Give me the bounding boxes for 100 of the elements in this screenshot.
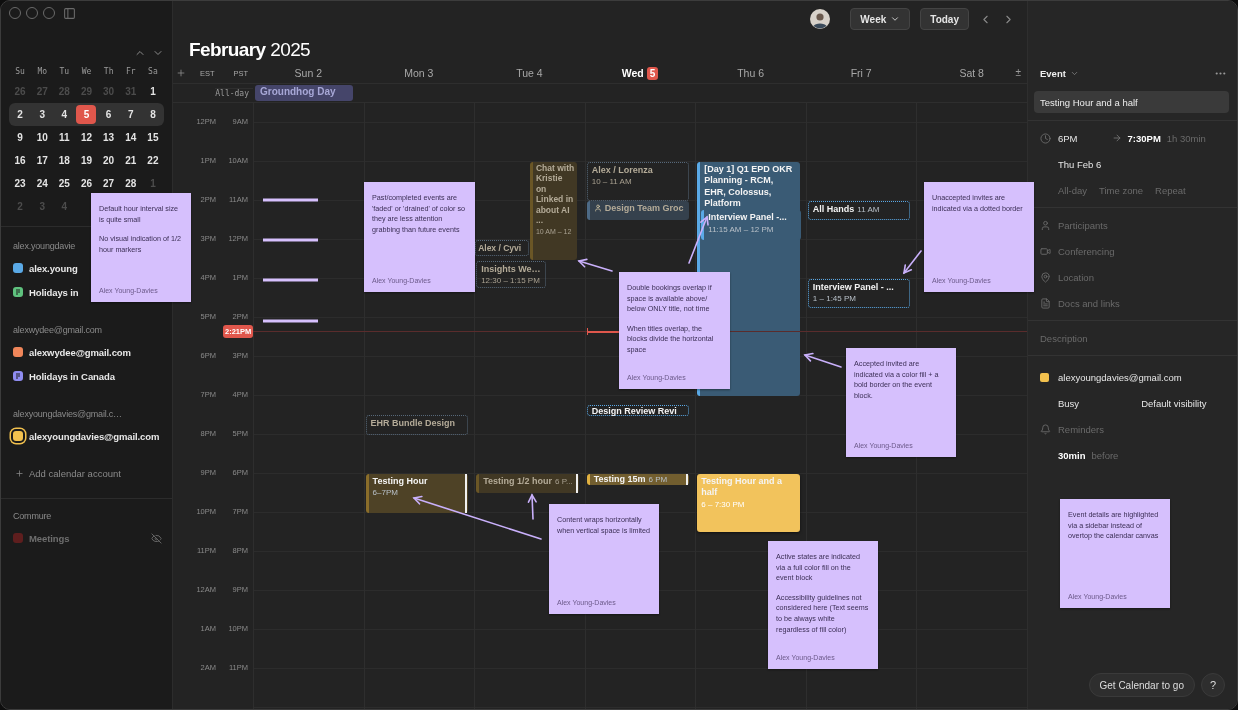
- mini-calendar-day[interactable]: 5: [76, 105, 97, 124]
- week-row[interactable]: 16 17 18 19 20 21 22: [9, 149, 164, 172]
- mini-calendar-day[interactable]: 19: [76, 151, 97, 170]
- calendar-item[interactable]: alexwydee@gmail.com: [1, 340, 141, 364]
- get-calendar-button[interactable]: Get Calendar to go: [1088, 673, 1195, 697]
- event-date[interactable]: Thu Feb 6: [1058, 158, 1102, 170]
- day-header: Tue 4: [516, 67, 543, 79]
- reminders-label: Reminders: [1058, 423, 1104, 435]
- event-title: Alex / Cyvi: [478, 242, 523, 253]
- event-time: 6–7PM: [372, 487, 399, 498]
- end-time[interactable]: 7:30PM: [1127, 132, 1161, 144]
- caret-icon: [890, 14, 901, 24]
- mini-calendar-day[interactable]: 17: [32, 151, 53, 170]
- mini-calendar-day[interactable]: 24: [32, 174, 53, 193]
- holiday-calendar-icon[interactable]: [13, 371, 23, 381]
- mini-calendar-day[interactable]: 7: [120, 105, 141, 124]
- zoom-control[interactable]: ±: [1015, 67, 1021, 78]
- week-row[interactable]: 9 10 11 12 13 14 15: [9, 126, 164, 149]
- account-header: alexyoungdavies@gmail.c…: [12, 408, 122, 421]
- person-icon: [1040, 219, 1051, 231]
- mini-calendar-day[interactable]: 4: [54, 105, 75, 124]
- duration-text: 1h 30min: [1166, 132, 1206, 144]
- event-time: 11:15 AM – 12 PM: [708, 223, 775, 235]
- mini-calendar-day[interactable]: 25: [54, 174, 75, 193]
- event-block[interactable]: Interview Panel -... 11:15 AM – 12 PM: [701, 210, 801, 240]
- event-block[interactable]: Testing Hour 6–7PM: [365, 473, 469, 513]
- reminder-amount[interactable]: 30min: [1058, 449, 1086, 461]
- mini-calendar-day[interactable]: 6: [98, 105, 119, 124]
- event-type-dropdown[interactable]: Event: [1040, 67, 1079, 79]
- day-header: Fri 7: [850, 67, 872, 79]
- calendar-swatch[interactable]: [13, 347, 23, 357]
- annotation-marker: [263, 319, 318, 323]
- visibility-option[interactable]: Default visibility: [1141, 397, 1207, 409]
- event-time: 1 – 1:45 PM: [812, 293, 857, 304]
- mini-calendar-day[interactable]: 8: [142, 105, 163, 124]
- mini-calendar-day[interactable]: 28: [120, 174, 141, 193]
- event-time: 12:30 – 1:15 PM: [481, 275, 541, 287]
- document-icon: [1040, 297, 1051, 309]
- week-row[interactable]: 2 3 4 5 6 7 8: [9, 103, 164, 126]
- calendar-item[interactable]: Holidays in Canada: [1, 364, 125, 388]
- account-header: alex.youngdavie: [12, 240, 76, 253]
- mini-calendar-day[interactable]: 1: [142, 82, 163, 101]
- mini-calendar-day[interactable]: 11: [54, 128, 75, 147]
- annotation-arrow: [803, 352, 842, 368]
- mini-calendar-day[interactable]: 27: [98, 174, 119, 193]
- day-header: Mon 3: [404, 67, 434, 79]
- calendar-swatch[interactable]: [13, 263, 23, 273]
- event-time: 11 AM: [857, 204, 880, 214]
- map-pin-icon: [1040, 271, 1051, 283]
- start-time[interactable]: 6PM: [1058, 132, 1078, 144]
- calendar-item[interactable]: alex.young: [1, 256, 88, 280]
- event-block[interactable]: Testing 1/2 hour 6 P...: [476, 473, 579, 493]
- day-header: Sun 2: [294, 67, 322, 79]
- mini-calendar-day[interactable]: 14: [120, 128, 141, 147]
- calendar-item[interactable]: Holidays in: [1, 280, 89, 304]
- mini-calendar-day[interactable]: 16: [10, 151, 31, 170]
- mini-calendar-day[interactable]: 23: [10, 174, 31, 193]
- event-calendar[interactable]: alexyoungdavies@gmail.com: [1058, 371, 1182, 383]
- mini-calendar-day[interactable]: 13: [98, 128, 119, 147]
- weekday-label: Su: [14, 66, 26, 78]
- mini-calendar-day[interactable]: 26: [76, 174, 97, 193]
- calendar-item[interactable]: alexyoungdavies@gmail.com: [1, 424, 170, 448]
- event-title-field[interactable]: Testing Hour and a half: [1034, 91, 1229, 113]
- mini-calendar-day[interactable]: 22: [142, 151, 163, 170]
- calendar-swatch[interactable]: [13, 431, 23, 441]
- weekday-label: Tu: [58, 66, 71, 78]
- event-title: Testing 15m: [593, 473, 646, 484]
- event-title: Interview Panel - ...: [812, 281, 895, 293]
- plus-icon[interactable]: [176, 68, 186, 78]
- mini-calendar-day[interactable]: 18: [54, 151, 75, 170]
- holiday-calendar-icon[interactable]: [13, 287, 23, 297]
- mini-calendar-day[interactable]: 3: [32, 105, 53, 124]
- today-button[interactable]: Today: [920, 8, 969, 30]
- avatar[interactable]: [810, 9, 831, 29]
- help-button[interactable]: ?: [1201, 673, 1225, 697]
- month-title: February 2025: [188, 38, 312, 62]
- availability-option[interactable]: Busy: [1058, 397, 1080, 409]
- mini-calendar-day[interactable]: 12: [76, 128, 97, 147]
- sidebar-toggle-icon[interactable]: [63, 6, 76, 20]
- mini-calendar-day[interactable]: 20: [98, 151, 119, 170]
- view-dropdown[interactable]: Week: [850, 8, 911, 30]
- event-block[interactable]: Design Team Groc: [586, 200, 690, 220]
- today-badge: 5: [646, 66, 659, 80]
- weekday-label: Mo: [36, 66, 49, 78]
- mini-calendar-day[interactable]: 9: [10, 128, 31, 147]
- plus-icon: [15, 468, 24, 478]
- mini-calendar-day[interactable]: 10: [32, 128, 53, 147]
- calendar-swatch[interactable]: [13, 533, 23, 543]
- annotation-arrow: [902, 250, 922, 275]
- add-calendar-account-link[interactable]: Add calendar account: [1, 462, 172, 484]
- description-field[interactable]: Description: [1034, 327, 1231, 349]
- mini-calendar-day[interactable]: 21: [120, 151, 141, 170]
- weekday-label: Fr: [124, 66, 137, 78]
- bell-icon: [1040, 423, 1051, 435]
- event-block[interactable]: Testing 15m 6 PM: [586, 473, 690, 485]
- mini-calendar-day[interactable]: 15: [142, 128, 163, 147]
- all-day-event[interactable]: Groundhog Day: [255, 85, 353, 101]
- eye-off-icon[interactable]: [151, 532, 162, 544]
- event-title: Alex / Lorenza: [591, 164, 654, 176]
- mini-calendar-day[interactable]: 2: [10, 105, 31, 124]
